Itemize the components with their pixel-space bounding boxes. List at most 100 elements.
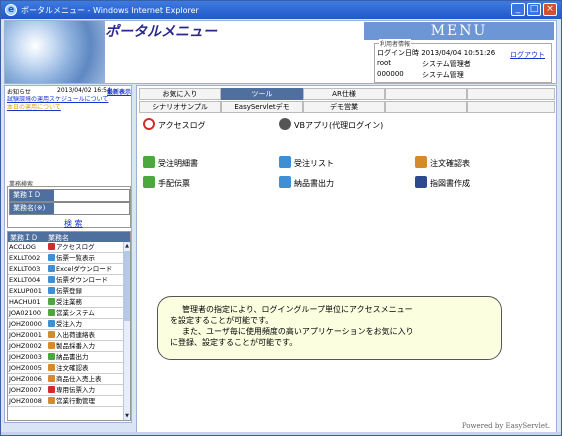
tab-favorites[interactable]: お気に入り (139, 88, 221, 100)
balloon-line: 管理者の指定により、ログイングループ単位にアクセスメニュー (182, 305, 413, 314)
search-button[interactable]: 検 索 (64, 218, 83, 229)
biz-name-cell: 商品仕入売上表 (48, 374, 102, 384)
biz-name-cell: アクセスログ (48, 242, 95, 252)
app-icon (48, 342, 55, 349)
biz-name-label: 業務名(※) (10, 203, 54, 214)
table-row[interactable]: JOHZ0007 専用伝票入力 (8, 385, 125, 396)
scroll-up-icon[interactable]: ▲ (124, 242, 130, 250)
group-role: システム管理 (422, 71, 464, 79)
balloon-line: に登録、設定することが可能です。 (170, 338, 298, 347)
app-vb-proxy-login[interactable]: VBアプリ(代理ログイン) (279, 118, 383, 132)
app-icon (48, 397, 55, 404)
app-icon (48, 298, 55, 305)
menu-banner: MENU (364, 22, 554, 40)
tab-empty (385, 101, 467, 113)
tab-empty (467, 101, 555, 113)
login-time: ログイン日時 2013/04/04 10:51:26 (377, 49, 496, 57)
tab-row-2: シナリオサンプル EasyServletデモ デモ営業 (139, 101, 555, 114)
group-row: 000000 システム管理 (377, 70, 464, 79)
tab-scenario-sample[interactable]: シナリオサンプル (139, 101, 221, 113)
tab-demo-sales[interactable]: デモ営業 (303, 101, 385, 113)
notice-header: お知らせ 2013/04/02 16:54 最新表示 (7, 87, 131, 96)
notice-item[interactable]: 本日の運用について (7, 104, 131, 112)
biz-name-cell: 営業システム (48, 308, 95, 318)
biz-name-text: 伝票ダウンロード (56, 276, 108, 284)
close-button[interactable]: × (543, 3, 557, 16)
user-id: root (377, 59, 392, 67)
table-row[interactable]: HACHU01 受注業務 (8, 297, 125, 308)
table-row[interactable]: JOHZ0003 納品書出力 (8, 352, 125, 363)
tab-tools[interactable]: ツール (221, 88, 303, 100)
biz-id-cell: JOHZ0007 (9, 386, 42, 394)
order-confirm-icon (415, 156, 427, 168)
app-list: アクセスログ VBアプリ(代理ログイン) 受注明細書 受注リスト 注文確認表 手… (137, 116, 556, 296)
business-table: 業務ＩＤ 業務名 ACCLOG アクセスログ EXLLT002 伝票一覧表示 EXLLT… (7, 231, 131, 421)
tab-ar-spec[interactable]: AR仕様 (303, 88, 385, 100)
table-row[interactable]: EXLLT002 伝票一覧表示 (8, 253, 125, 264)
biz-name-field[interactable]: 業務名(※) (9, 202, 130, 215)
app-order-detail[interactable]: 受注明細書 (143, 156, 198, 170)
biz-name-cell: 専用伝票入力 (48, 385, 95, 395)
app-icon (48, 309, 55, 316)
biz-name-text: 製品採番入力 (56, 342, 95, 350)
latest-link[interactable]: 最新表示 (107, 87, 131, 96)
minimize-button[interactable]: _ (511, 3, 525, 16)
app-arrangement-slip[interactable]: 手配伝票 (143, 176, 190, 190)
biz-name-text: 受注業務 (56, 298, 82, 306)
app-instruction-create[interactable]: 指図書作成 (415, 176, 470, 190)
tab-row-1: お気に入り ツール AR仕様 (139, 88, 555, 101)
app-delivery-output[interactable]: 納品書出力 (279, 176, 334, 190)
table-row[interactable]: EXLUP001 伝票登録 (8, 286, 125, 297)
biz-name-cell: Excelダウンロード (48, 264, 112, 274)
app-icon (48, 364, 55, 371)
search-panel: 業務ＩＤ 業務名(※) 検 索 (7, 186, 131, 228)
biz-id-field[interactable]: 業務ＩＤ (9, 189, 130, 202)
app-icon (48, 265, 55, 272)
app-icon (48, 353, 55, 360)
scroll-down-icon[interactable]: ▼ (124, 412, 130, 420)
table-row[interactable]: JOA02100 営業システム (8, 308, 125, 319)
table-row[interactable]: ACCLOG アクセスログ (8, 242, 125, 253)
notice-item[interactable]: 試験環境の運用スケジュールについて (7, 96, 131, 104)
notice-label: お知らせ (7, 89, 31, 96)
tab-empty (385, 88, 467, 100)
table-row[interactable]: JOHZ0000 受注入力 (8, 319, 125, 330)
order-list-icon (279, 156, 291, 168)
app-label: 受注リスト (294, 159, 334, 168)
maximize-button[interactable]: □ (527, 3, 541, 16)
app-access-log[interactable]: アクセスログ (143, 118, 206, 132)
biz-name-cell: 受注業務 (48, 297, 82, 307)
portal-header: ポータルメニュー MENU 利用者情報 ログイン日時 2013/04/04 10… (4, 20, 557, 84)
logout-link[interactable]: ログアウト (510, 50, 545, 60)
table-row[interactable]: JOHZ0001 入出荷連絡表 (8, 330, 125, 341)
table-scrollbar[interactable]: ▲ ▼ (123, 242, 130, 420)
biz-id-cell: JOHZ0005 (9, 364, 42, 372)
tab-easyservlet-demo[interactable]: EasyServletデモ (221, 101, 303, 113)
app-label: 納品書出力 (294, 179, 334, 188)
title-bar: e ポータルメニュー - Windows Internet Explorer _… (1, 1, 561, 19)
scroll-thumb[interactable] (124, 251, 130, 321)
app-order-confirm[interactable]: 注文確認表 (415, 156, 470, 170)
biz-name-text: 専用伝票入力 (56, 386, 95, 394)
biz-name-cell: 受注入力 (48, 319, 82, 329)
table-row[interactable]: JOHZ0008 営業行動管理 (8, 396, 125, 407)
table-row[interactable]: EXLLT004 伝票ダウンロード (8, 275, 125, 286)
order-detail-icon (143, 156, 155, 168)
logo-image (5, 21, 105, 83)
table-row[interactable]: JOHZ0005 注文確認表 (8, 363, 125, 374)
biz-name-cell: 伝票ダウンロード (48, 275, 108, 285)
table-row[interactable]: JOHZ0002 製品採番入力 (8, 341, 125, 352)
app-order-list[interactable]: 受注リスト (279, 156, 334, 170)
ie-icon: e (5, 4, 17, 16)
biz-id-cell: EXLUP001 (9, 287, 42, 295)
biz-name-cell: 納品書出力 (48, 352, 89, 362)
table-row[interactable]: EXLLT003 Excelダウンロード (8, 264, 125, 275)
biz-id-cell: EXLLT002 (9, 254, 41, 262)
main-panel: お気に入り ツール AR仕様 シナリオサンプル EasyServletデモ デモ… (136, 85, 557, 433)
biz-name-text: 商品仕入売上表 (56, 375, 102, 383)
table-row[interactable]: JOHZ0006 商品仕入売上表 (8, 374, 125, 385)
user-info-panel: 利用者情報 ログイン日時 2013/04/04 10:51:26 ログアウト r… (374, 39, 552, 83)
biz-name-text: 伝票一覧表示 (56, 254, 95, 262)
biz-id-cell: JOHZ0003 (9, 353, 42, 361)
delivery-output-icon (279, 176, 291, 188)
